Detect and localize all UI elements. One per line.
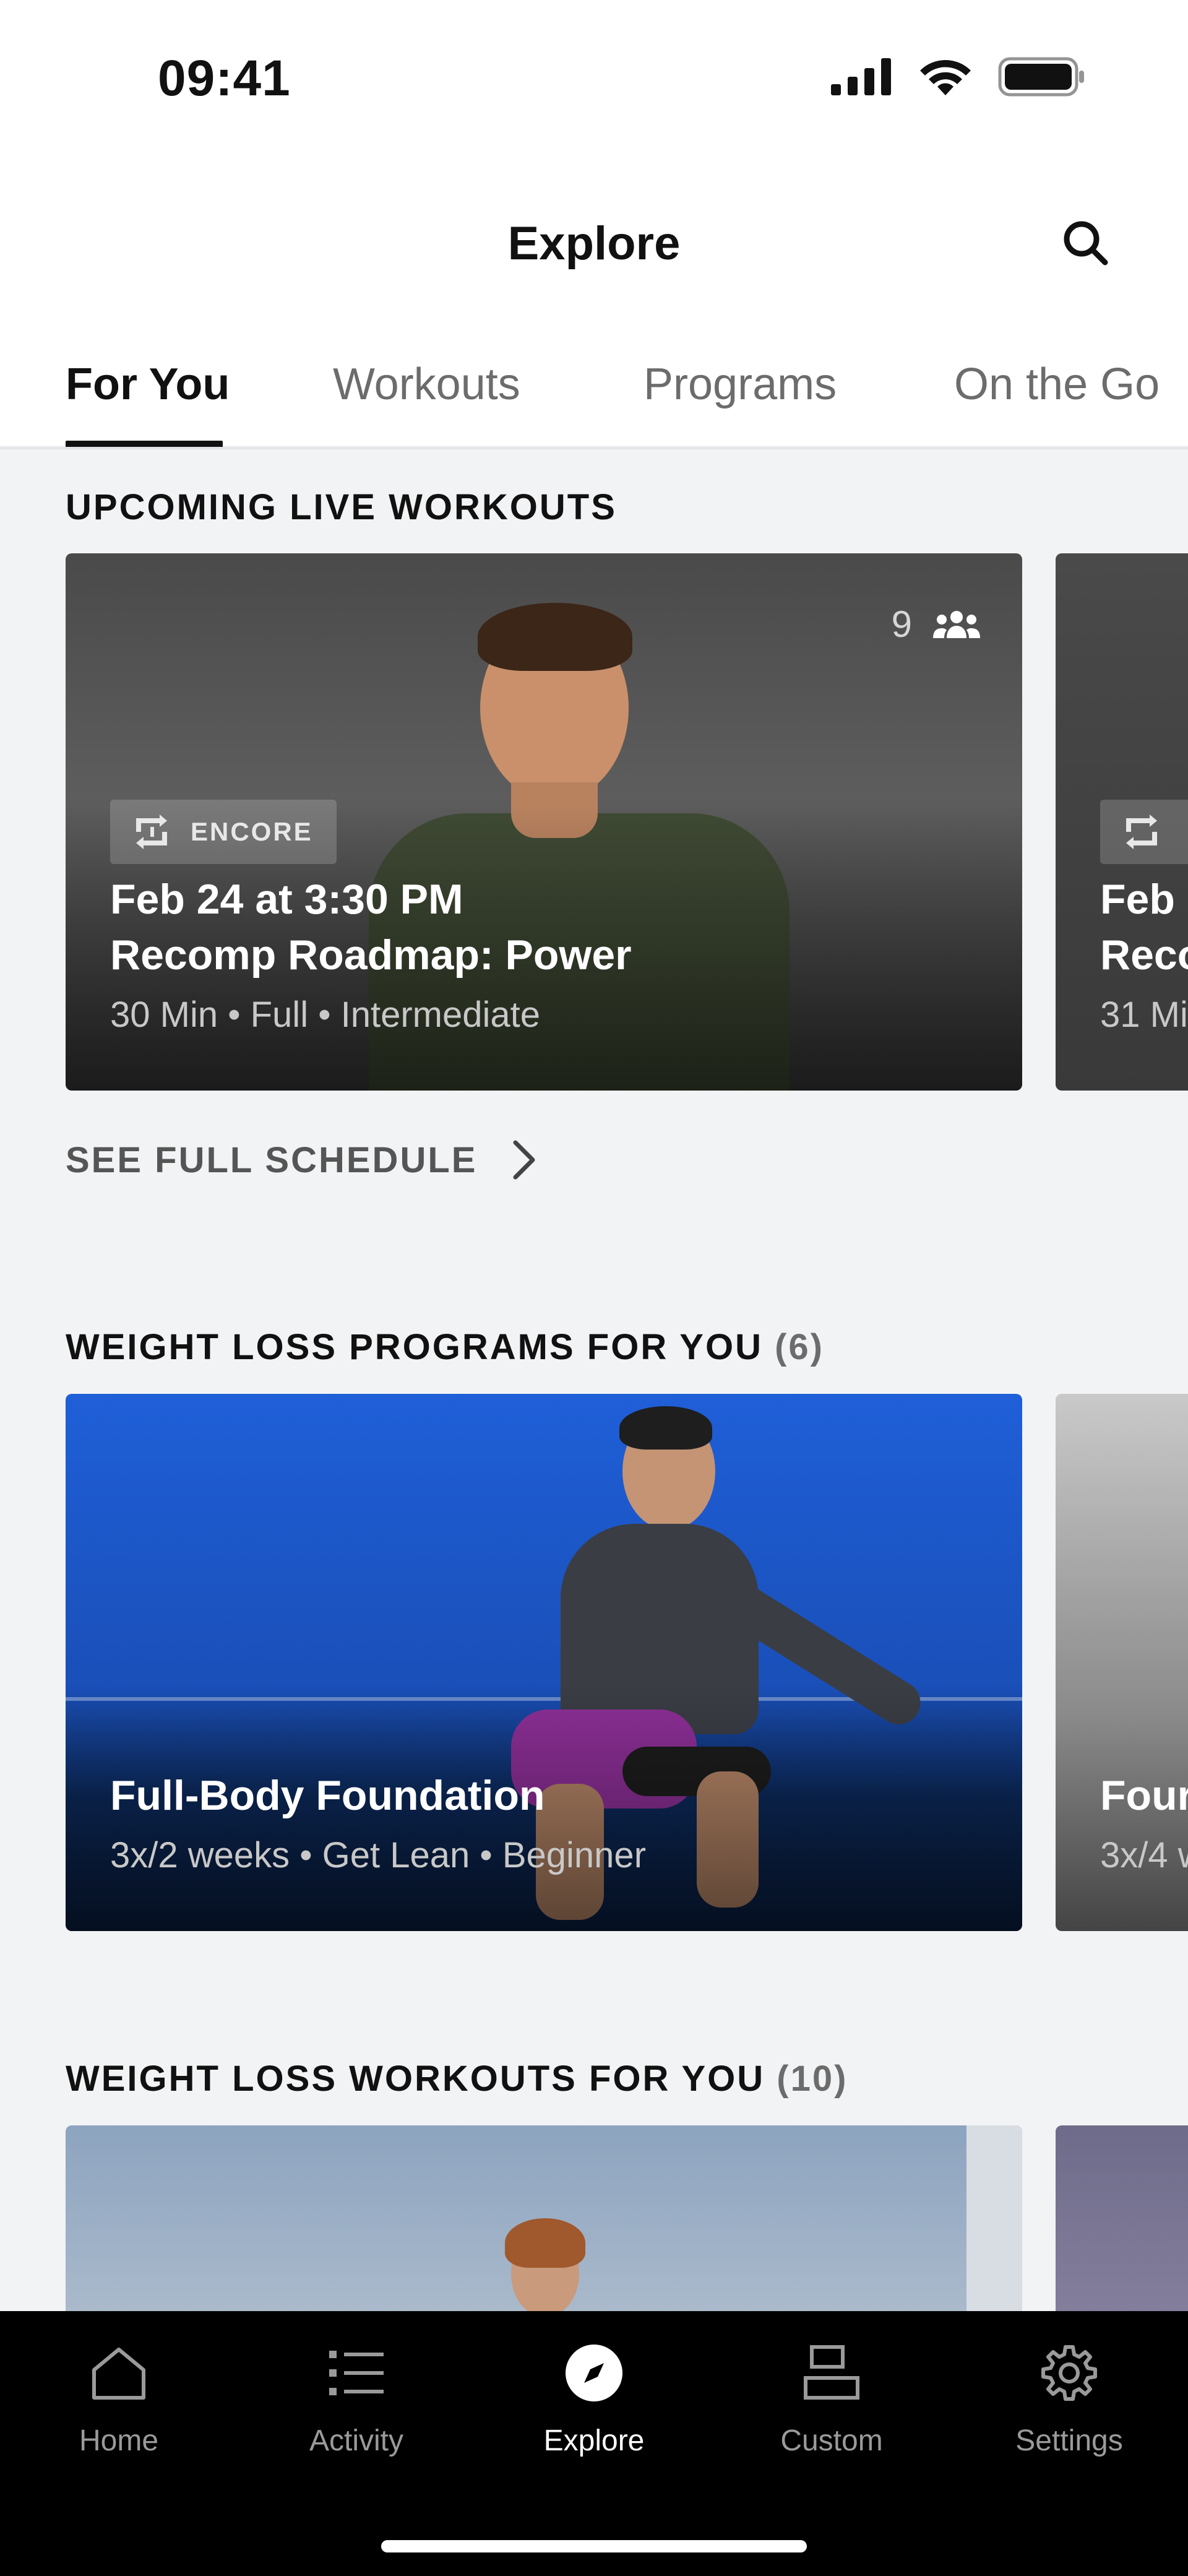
workouts-count: (10) xyxy=(777,2059,848,2099)
section-title-programs-text: WEIGHT LOSS PROGRAMS FOR YOU xyxy=(66,1327,763,1367)
header: Explore For You Workouts Programs On the… xyxy=(0,161,1188,446)
encore-label: ENCORE xyxy=(191,817,313,846)
repeat-icon xyxy=(136,815,167,849)
people-icon xyxy=(933,610,980,638)
section-title-programs: WEIGHT LOSS PROGRAMS FOR YOU (6) xyxy=(66,1326,824,1368)
list-icon xyxy=(329,2351,384,2395)
status-icons xyxy=(831,57,1086,97)
encore-badge-next xyxy=(1100,800,1188,864)
tab-strip: For You Workouts Programs On the Go xyxy=(0,347,1188,446)
tab-workouts[interactable]: Workouts xyxy=(333,359,520,410)
compass-icon xyxy=(566,2345,622,2401)
tab-programs[interactable]: Programs xyxy=(644,359,837,410)
live-card-next-meta: 31 Mi xyxy=(1100,995,1188,1035)
tab-bar-home-label: Home xyxy=(79,2424,159,2457)
gear-icon xyxy=(1041,2345,1097,2401)
custom-icon xyxy=(804,2345,859,2400)
live-card-next-title: Reco xyxy=(1100,931,1188,979)
status-bar: 09:41 xyxy=(0,0,1188,161)
participant-count-value: 9 xyxy=(891,603,912,645)
programs-count: (6) xyxy=(775,1327,824,1367)
tab-bar-settings-label: Settings xyxy=(1015,2424,1123,2457)
tab-bar-explore-label: Explore xyxy=(543,2424,645,2457)
section-title-live-text: UPCOMING LIVE WORKOUTS xyxy=(66,487,617,527)
live-card-title: Recomp Roadmap: Power xyxy=(110,931,632,979)
status-time: 09:41 xyxy=(158,50,291,106)
program-card-next[interactable]: Four 3x/4 w xyxy=(1056,1394,1188,1931)
live-card-meta: 30 Min • Full • Intermediate xyxy=(110,995,541,1035)
program-card[interactable]: Full-Body Foundation 3x/2 weeks • Get Le… xyxy=(66,1394,1022,1931)
participant-count: 9 xyxy=(892,603,980,646)
program-card-next-title: Four xyxy=(1100,1772,1188,1819)
tab-on-the-go[interactable]: On the Go xyxy=(954,359,1160,410)
see-full-schedule-label: SEE FULL SCHEDULE xyxy=(66,1139,478,1180)
bottom-tab-bar: Home Activity Explore Custom Settings xyxy=(0,2311,1188,2576)
wifi-icon xyxy=(920,60,971,95)
home-indicator xyxy=(381,2540,807,2552)
home-icon xyxy=(92,2348,145,2400)
tab-for-you[interactable]: For You xyxy=(66,359,230,410)
tab-bar-activity[interactable]: Activity xyxy=(264,2336,449,2458)
program-card-next-meta: 3x/4 w xyxy=(1100,1835,1188,1875)
search-button[interactable] xyxy=(1056,213,1115,272)
tab-bar-activity-label: Activity xyxy=(309,2424,403,2457)
section-title-workouts: WEIGHT LOSS WORKOUTS FOR YOU (10) xyxy=(66,2058,848,2099)
tab-bar-settings[interactable]: Settings xyxy=(976,2336,1162,2458)
chevron-right-icon xyxy=(513,1140,535,1180)
tab-bar-custom[interactable]: Custom xyxy=(739,2336,924,2458)
signal-icon xyxy=(831,58,891,95)
battery-icon xyxy=(998,57,1084,97)
live-card-date: Feb 24 at 3:30 PM xyxy=(110,876,463,923)
tab-bar-home[interactable]: Home xyxy=(26,2336,212,2458)
encore-badge: ENCORE xyxy=(110,800,337,864)
tabs-divider xyxy=(0,447,1188,449)
live-workout-card-next[interactable]: Feb 2 Reco 31 Mi xyxy=(1056,553,1188,1091)
program-card-title: Full-Body Foundation xyxy=(110,1772,545,1819)
see-full-schedule-link[interactable]: SEE FULL SCHEDULE xyxy=(66,1139,536,1181)
section-title-workouts-text: WEIGHT LOSS WORKOUTS FOR YOU xyxy=(66,2059,765,2099)
live-workout-card[interactable]: 9 ENCORE Feb 24 at 3:30 PM Recomp Roadma… xyxy=(66,553,1022,1091)
search-icon xyxy=(1064,221,1108,266)
tab-bar-custom-label: Custom xyxy=(780,2424,883,2457)
tab-bar-explore[interactable]: Explore xyxy=(501,2336,687,2458)
section-title-live: UPCOMING LIVE WORKOUTS xyxy=(66,486,617,528)
page-title: Explore xyxy=(507,217,681,270)
live-card-next-date: Feb 2 xyxy=(1100,876,1188,923)
program-card-meta: 3x/2 weeks • Get Lean • Beginner xyxy=(110,1835,647,1875)
repeat-icon xyxy=(1126,815,1157,849)
